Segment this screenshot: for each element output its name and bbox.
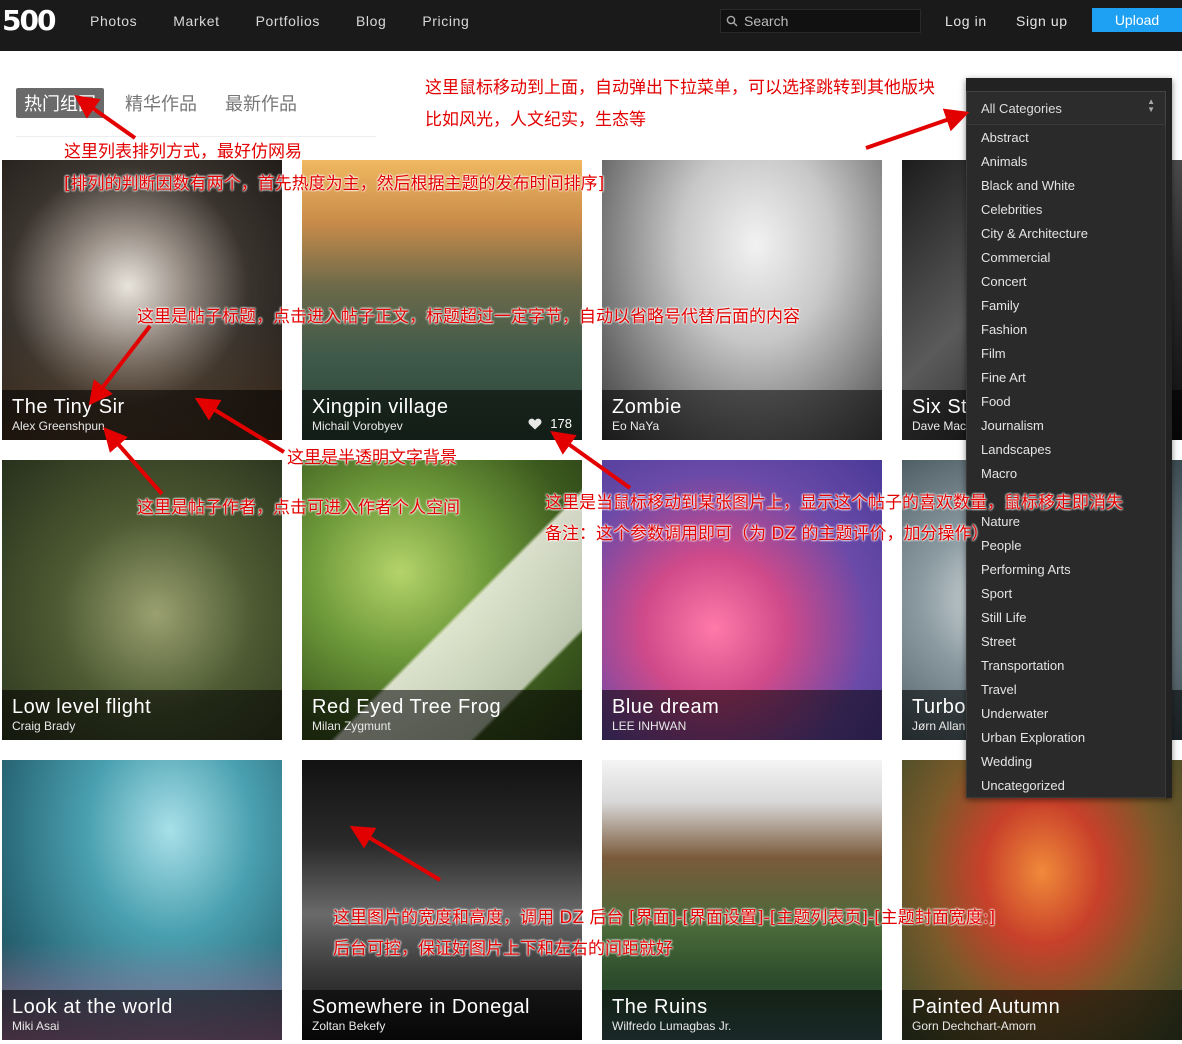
category-dropdown: All Categories ▲ ▼ Abstract Animals Black… <box>966 78 1172 798</box>
annotation-background: 这里是半透明文字背景 <box>287 448 457 468</box>
category-option[interactable]: City & Architecture <box>981 226 1088 241</box>
nav-blog[interactable]: Blog <box>356 13 386 29</box>
upload-button[interactable]: Upload <box>1092 8 1182 32</box>
photo-author[interactable]: Wilfredo Lumagbas Jr. <box>612 1019 731 1033</box>
photo-title[interactable]: Turbo <box>912 696 966 719</box>
category-option[interactable]: Transportation <box>981 658 1064 673</box>
signup-link[interactable]: Sign up <box>1016 13 1068 29</box>
photo-title[interactable]: Xingpin village <box>312 396 448 419</box>
likes-count: 178 <box>550 416 572 431</box>
category-option[interactable]: Black and White <box>981 178 1075 193</box>
photo-author[interactable]: Miki Asai <box>12 1019 59 1033</box>
annotation-dropdown-1: 这里鼠标移动到上面，自动弹出下拉菜单，可以选择跳转到其他版块 <box>425 78 935 98</box>
select-arrows-icon: ▲ ▼ <box>1147 97 1155 114</box>
photo-card[interactable]: The Ruins Wilfredo Lumagbas Jr. <box>602 760 882 1040</box>
photo-card[interactable]: Somewhere in Donegal Zoltan Bekefy <box>302 760 582 1040</box>
search-input[interactable]: Search <box>720 9 921 33</box>
sort-tabs: 热门组图 精华作品 最新作品 <box>16 88 318 118</box>
top-navigation-bar: 500 Photos Market Portfolios Blog Pricin… <box>0 0 1182 51</box>
category-option[interactable]: Food <box>981 394 1011 409</box>
annotation-size-2: 后台可控，保证好图片上下和左右的间距就好 <box>333 939 673 959</box>
photo-author[interactable]: Dave Mac <box>912 419 966 433</box>
photo-card[interactable]: Zombie Eo NaYa <box>602 160 882 440</box>
category-option[interactable]: Street <box>981 634 1016 649</box>
photo-title[interactable]: Blue dream <box>612 696 719 719</box>
category-option[interactable]: Abstract <box>981 130 1029 145</box>
tab-hot[interactable]: 热门组图 <box>16 88 104 118</box>
photo-author[interactable]: Craig Brady <box>12 719 75 733</box>
photo-title[interactable]: Low level flight <box>12 696 151 719</box>
photo-card[interactable]: Look at the world Miki Asai <box>2 760 282 1040</box>
annotation-sort-1: 这里列表排列方式，最好仿网易 <box>64 142 302 162</box>
category-option[interactable]: Fashion <box>981 322 1027 337</box>
nav-photos[interactable]: Photos <box>90 13 137 29</box>
category-option[interactable]: Family <box>981 298 1019 313</box>
category-option[interactable]: Underwater <box>981 706 1048 721</box>
category-option[interactable]: Uncategorized <box>981 778 1065 793</box>
login-link[interactable]: Log in <box>945 13 987 29</box>
photo-card[interactable]: Xingpin village Michail Vorobyev 178 <box>302 160 582 440</box>
nav-pricing[interactable]: Pricing <box>422 13 469 29</box>
photo-author[interactable]: Milan Zygmunt <box>312 719 391 733</box>
photo-title[interactable]: The Ruins <box>612 996 708 1019</box>
search-icon <box>726 15 738 27</box>
photo-author[interactable]: Gorn Dechchart-Amorn <box>912 1019 1036 1033</box>
photo-title[interactable]: Zombie <box>612 396 682 419</box>
photo-author[interactable]: Michail Vorobyev <box>312 419 403 433</box>
category-selected: All Categories <box>981 101 1062 116</box>
photo-title[interactable]: Painted Autumn <box>912 996 1060 1019</box>
annotation-sort-2: [排列的判断因数有两个，首先热度为主，然后根据主题的发布时间排序] <box>64 174 605 194</box>
category-option[interactable]: Celebrities <box>981 202 1042 217</box>
annotation-likes-1: 这里是当鼠标移动到某张图片上，显示这个帖子的喜欢数量，鼠标移走即消失 <box>545 493 1123 513</box>
nav-portfolios[interactable]: Portfolios <box>256 13 320 29</box>
category-option[interactable]: Still Life <box>981 610 1027 625</box>
photo-title[interactable]: Look at the world <box>12 996 173 1019</box>
photo-title[interactable]: Somewhere in Donegal <box>312 996 530 1019</box>
tab-latest[interactable]: 最新作品 <box>218 88 304 118</box>
category-option[interactable]: Wedding <box>981 754 1032 769</box>
tab-featured[interactable]: 精华作品 <box>118 88 204 118</box>
category-option[interactable]: Journalism <box>981 418 1044 433</box>
photo-card[interactable]: Painted Autumn Gorn Dechchart-Amorn <box>902 760 1182 1040</box>
annotation-size-1: 这里图片的宽度和高度，调用 DZ 后台 [界面]-[界面设置]-[主题列表页]-… <box>333 908 996 928</box>
search-placeholder: Search <box>744 13 789 29</box>
category-option[interactable]: Macro <box>981 466 1017 481</box>
category-option[interactable]: Performing Arts <box>981 562 1071 577</box>
photo-author[interactable]: Jørn Allan <box>912 719 965 733</box>
category-option[interactable]: Sport <box>981 586 1012 601</box>
category-option[interactable]: Commercial <box>981 250 1050 265</box>
photo-title[interactable]: Six St <box>912 396 967 419</box>
photo-author[interactable]: Zoltan Bekefy <box>312 1019 385 1033</box>
category-option[interactable]: Animals <box>981 154 1027 169</box>
annotation-title: 这里是帖子标题，点击进入帖子正文，标题超过一定字节，自动以省略号代替后面的内容 <box>137 307 800 327</box>
annotation-dropdown-2: 比如风光，人文纪实，生态等 <box>425 110 646 130</box>
category-option[interactable]: Urban Exploration <box>981 730 1085 745</box>
photo-card[interactable]: The Tiny Sir Alex Greenshpun <box>2 160 282 440</box>
category-select[interactable]: All Categories ▲ ▼ <box>966 91 1166 125</box>
annotation-likes-2: 备注：这个参数调用即可（为 DZ 的主题评价，加分操作） <box>545 524 989 544</box>
arrow-to-category-select <box>865 108 970 150</box>
category-option[interactable]: Film <box>981 346 1006 361</box>
heart-icon <box>528 418 542 429</box>
photo-author[interactable]: Eo NaYa <box>612 419 659 433</box>
main-nav: Photos Market Portfolios Blog Pricing <box>90 13 505 29</box>
category-option[interactable]: Concert <box>981 274 1027 289</box>
logo[interactable]: 500 <box>2 4 56 37</box>
photo-title[interactable]: The Tiny Sir <box>12 396 125 419</box>
category-option[interactable]: Fine Art <box>981 370 1026 385</box>
likes-counter: 178 <box>528 416 572 431</box>
photo-title[interactable]: Red Eyed Tree Frog <box>312 696 501 719</box>
category-option[interactable]: Landscapes <box>981 442 1051 457</box>
category-option[interactable]: Travel <box>981 682 1017 697</box>
category-options: Abstract Animals Black and White Celebri… <box>966 124 1166 798</box>
nav-market[interactable]: Market <box>173 13 219 29</box>
photo-author[interactable]: LEE INHWAN <box>612 719 686 733</box>
annotation-author: 这里是帖子作者，点击可进入作者个人空间 <box>137 498 460 518</box>
photo-author[interactable]: Alex Greenshpun <box>12 419 105 433</box>
